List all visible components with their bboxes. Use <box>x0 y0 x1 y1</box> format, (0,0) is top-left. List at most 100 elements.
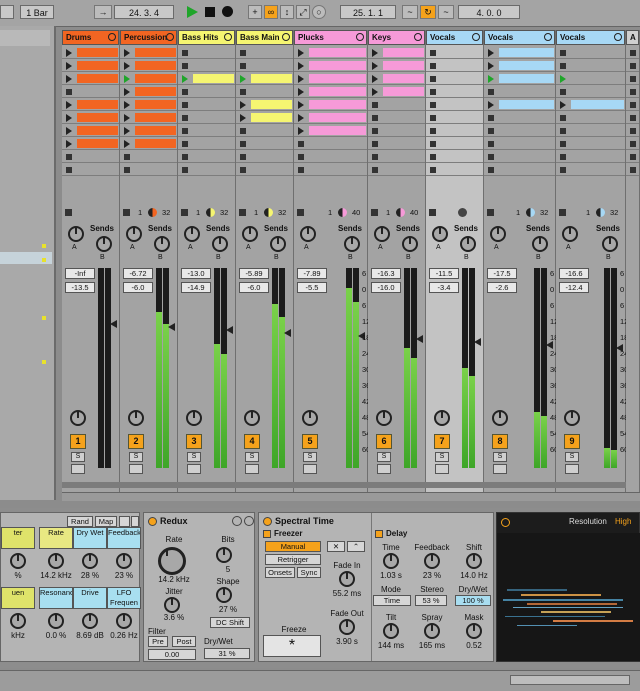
clip-slot[interactable] <box>120 112 177 124</box>
clip-launch-icon[interactable] <box>298 101 304 109</box>
clip-stop-icon[interactable] <box>182 89 188 95</box>
clip-stop-icon[interactable] <box>298 167 304 173</box>
track-header[interactable]: Vocals <box>556 30 625 45</box>
clip-stop-icon[interactable] <box>372 154 378 160</box>
clip[interactable] <box>193 74 234 83</box>
clip-launch-icon[interactable] <box>372 49 378 57</box>
clip-slot[interactable] <box>62 73 119 85</box>
clip-stop-icon[interactable] <box>488 167 494 173</box>
pan-knob[interactable] <box>434 410 450 426</box>
clip[interactable] <box>135 87 176 96</box>
rand-button[interactable]: Rand <box>67 516 93 527</box>
param-knob[interactable] <box>82 613 98 629</box>
clip[interactable] <box>571 100 624 109</box>
clip-launch-icon[interactable] <box>124 49 130 57</box>
clip-stop-icon[interactable] <box>372 128 378 134</box>
clip-stop-icon[interactable] <box>182 167 188 173</box>
track-header[interactable]: Bass Hits <box>178 30 235 45</box>
stop-all-icon[interactable] <box>559 209 566 216</box>
clip-stop-icon[interactable] <box>240 63 246 69</box>
track-menu-icon[interactable] <box>224 33 232 41</box>
clip-stop-icon[interactable] <box>560 128 566 134</box>
stop-icon[interactable] <box>205 7 215 17</box>
volume-readout[interactable]: -17.5 <box>487 268 517 279</box>
clip-stop-icon[interactable] <box>630 50 636 56</box>
clip-slot[interactable] <box>368 164 425 176</box>
send-a-knob[interactable] <box>300 226 316 242</box>
clip-slot[interactable] <box>236 112 293 124</box>
clip[interactable] <box>135 100 176 109</box>
clip[interactable] <box>309 61 366 70</box>
clip[interactable] <box>309 100 366 109</box>
clip-slot[interactable] <box>484 60 555 72</box>
track-header[interactable]: Plucks <box>294 30 367 45</box>
clip-slot[interactable] <box>368 99 425 111</box>
track-header[interactable]: Keys <box>368 30 425 45</box>
volume-readout[interactable]: -16.3 <box>371 268 401 279</box>
arm-icon[interactable] <box>435 464 449 474</box>
solo-button[interactable]: S <box>71 452 85 462</box>
track-activator[interactable]: 5 <box>302 434 318 449</box>
clip-slot[interactable] <box>368 47 425 59</box>
manual-button[interactable]: Manual <box>265 541 321 552</box>
track-menu-icon[interactable] <box>544 33 552 41</box>
solo-button[interactable]: S <box>245 452 259 462</box>
clip[interactable] <box>77 126 118 135</box>
automation-arm-icon[interactable]: ∞ <box>264 5 278 19</box>
clip-stop-icon[interactable] <box>182 63 188 69</box>
bits-knob[interactable] <box>216 547 232 563</box>
clip-slot[interactable] <box>294 86 367 98</box>
stop-all-icon[interactable] <box>371 209 378 216</box>
clip-launch-icon[interactable] <box>124 88 130 96</box>
clip-launch-icon[interactable] <box>66 62 72 70</box>
arm-icon[interactable] <box>71 464 85 474</box>
pan-readout[interactable]: -16.0 <box>371 282 401 293</box>
clip[interactable] <box>135 48 176 57</box>
pan-knob[interactable] <box>564 410 580 426</box>
clip-slot[interactable] <box>426 138 483 150</box>
clip-slot[interactable] <box>294 73 367 85</box>
clip[interactable] <box>383 74 424 83</box>
clip-slot[interactable] <box>62 99 119 111</box>
envelope-icon[interactable]: ⌃ <box>347 541 365 552</box>
track-header[interactable]: Bass Main <box>236 30 293 45</box>
clip-slot[interactable] <box>484 125 555 137</box>
clip-launch-icon[interactable] <box>124 140 130 148</box>
clip-slot[interactable] <box>178 112 235 124</box>
clip-launch-icon[interactable] <box>488 101 494 109</box>
clip-stop-icon[interactable] <box>630 76 636 82</box>
clip-slot[interactable] <box>294 60 367 72</box>
retrigger-button[interactable]: Retrigger <box>265 554 321 565</box>
stop-all-icon[interactable] <box>123 209 130 216</box>
pan-knob[interactable] <box>128 410 144 426</box>
clip-stop-icon[interactable] <box>298 141 304 147</box>
send-b-knob[interactable] <box>270 236 286 252</box>
clip-stop-icon[interactable] <box>430 154 436 160</box>
drywet-value[interactable]: 31 % <box>204 648 250 659</box>
clip-slot[interactable] <box>626 73 639 85</box>
send-b-knob[interactable] <box>602 236 618 252</box>
clip[interactable] <box>309 87 366 96</box>
clip-slot[interactable] <box>368 60 425 72</box>
clip-stop-icon[interactable] <box>560 154 566 160</box>
clip-stop-icon[interactable] <box>298 154 304 160</box>
solo-button[interactable]: S <box>187 452 201 462</box>
solo-button[interactable]: S <box>129 452 143 462</box>
clip-stop-icon[interactable] <box>124 154 130 160</box>
clip-launch-icon[interactable] <box>124 101 130 109</box>
device-power-icon[interactable] <box>148 517 157 526</box>
clip[interactable] <box>499 61 554 70</box>
track-activator[interactable]: 2 <box>128 434 144 449</box>
clip-slot[interactable] <box>294 151 367 163</box>
clip-stop-icon[interactable] <box>240 89 246 95</box>
clip-slot[interactable] <box>294 112 367 124</box>
clip-slot[interactable] <box>294 125 367 137</box>
clip-stop-icon[interactable] <box>124 167 130 173</box>
track-activator[interactable]: 3 <box>186 434 202 449</box>
track-activator[interactable]: 9 <box>564 434 580 449</box>
clip-stop-icon[interactable] <box>66 89 72 95</box>
clip-slot[interactable] <box>62 86 119 98</box>
clip-slot[interactable] <box>368 125 425 137</box>
pan-knob[interactable] <box>70 410 86 426</box>
clip[interactable] <box>77 113 118 122</box>
